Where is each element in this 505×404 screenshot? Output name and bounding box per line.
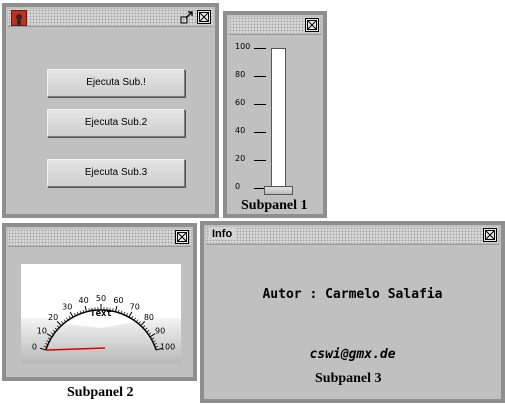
slider-scale-label: 80 [235, 70, 246, 79]
slider-scale-label: 60 [235, 98, 246, 107]
app-icon[interactable] [11, 10, 27, 26]
subpanel3-caption: Subpanel 3 [315, 371, 382, 386]
gauge-label: 90 [155, 326, 165, 335]
gauge-label: 80 [144, 313, 154, 322]
gauge-label: 60 [113, 296, 123, 305]
subpanel2: 0 10 20 30 40 50 60 70 80 90 100 Text Subpanel 2 [2, 223, 197, 400]
gauge-label: 50 [96, 294, 106, 303]
slider-scale-tick [254, 104, 266, 105]
email-label: cswi@gmx.de [309, 347, 396, 362]
subpanel3: Info Autor : Carmelo Salafia cswi@gmx.de… [200, 221, 505, 403]
gauge-label: 70 [130, 303, 140, 312]
close-icon[interactable] [197, 10, 211, 24]
gauge: 01020 30 40 50 60 70 8090 100 Text [21, 264, 181, 364]
slider-scale-tick [254, 132, 266, 133]
slider-scale-tick [254, 160, 266, 161]
gauge-text: Text [90, 309, 112, 319]
main-panel-titlebar[interactable] [8, 9, 213, 27]
subpanel1-caption: Subpanel 1 [241, 198, 308, 213]
slider-scale-tick [254, 48, 266, 49]
subpanel3-titlebar[interactable]: Info [206, 227, 499, 245]
gauge-label: 10 [37, 326, 47, 335]
run-sub1-button[interactable]: Ejecuta Sub.! [47, 69, 185, 97]
slider-scale-label: 40 [235, 126, 246, 135]
gauge-label: 30 [62, 303, 72, 312]
slider-thumb[interactable] [264, 186, 293, 195]
run-sub3-button[interactable]: Ejecuta Sub.3 [47, 159, 185, 187]
slider-scale-label: 100 [235, 42, 251, 51]
gauge-label: 20 [48, 313, 58, 322]
author-label: Autor : Carmelo Salafia [262, 287, 443, 302]
close-icon[interactable] [483, 228, 497, 242]
main-panel: Ejecuta Sub.! Ejecuta Sub.2 Ejecuta Sub.… [2, 3, 219, 218]
subpanel1: 100 80 60 40 20 0 Subpanel 1 [223, 11, 327, 218]
slider-scale-label: 0 [235, 182, 241, 191]
run-sub2-button[interactable]: Ejecuta Sub.2 [47, 109, 185, 137]
gauge-label: 100 [160, 342, 175, 351]
subpanel2-titlebar[interactable] [8, 229, 191, 247]
subpanel2-caption: Subpanel 2 [67, 385, 134, 400]
gauge-label: 0 [32, 342, 37, 351]
restore-icon[interactable] [180, 10, 194, 24]
slider-scale-label: 20 [235, 154, 246, 163]
slider-track[interactable] [271, 48, 286, 190]
subpanel3-title: Info [209, 228, 236, 240]
close-icon[interactable] [175, 230, 189, 244]
gauge-label: 40 [78, 296, 88, 305]
slider-scale-tick [254, 76, 266, 77]
